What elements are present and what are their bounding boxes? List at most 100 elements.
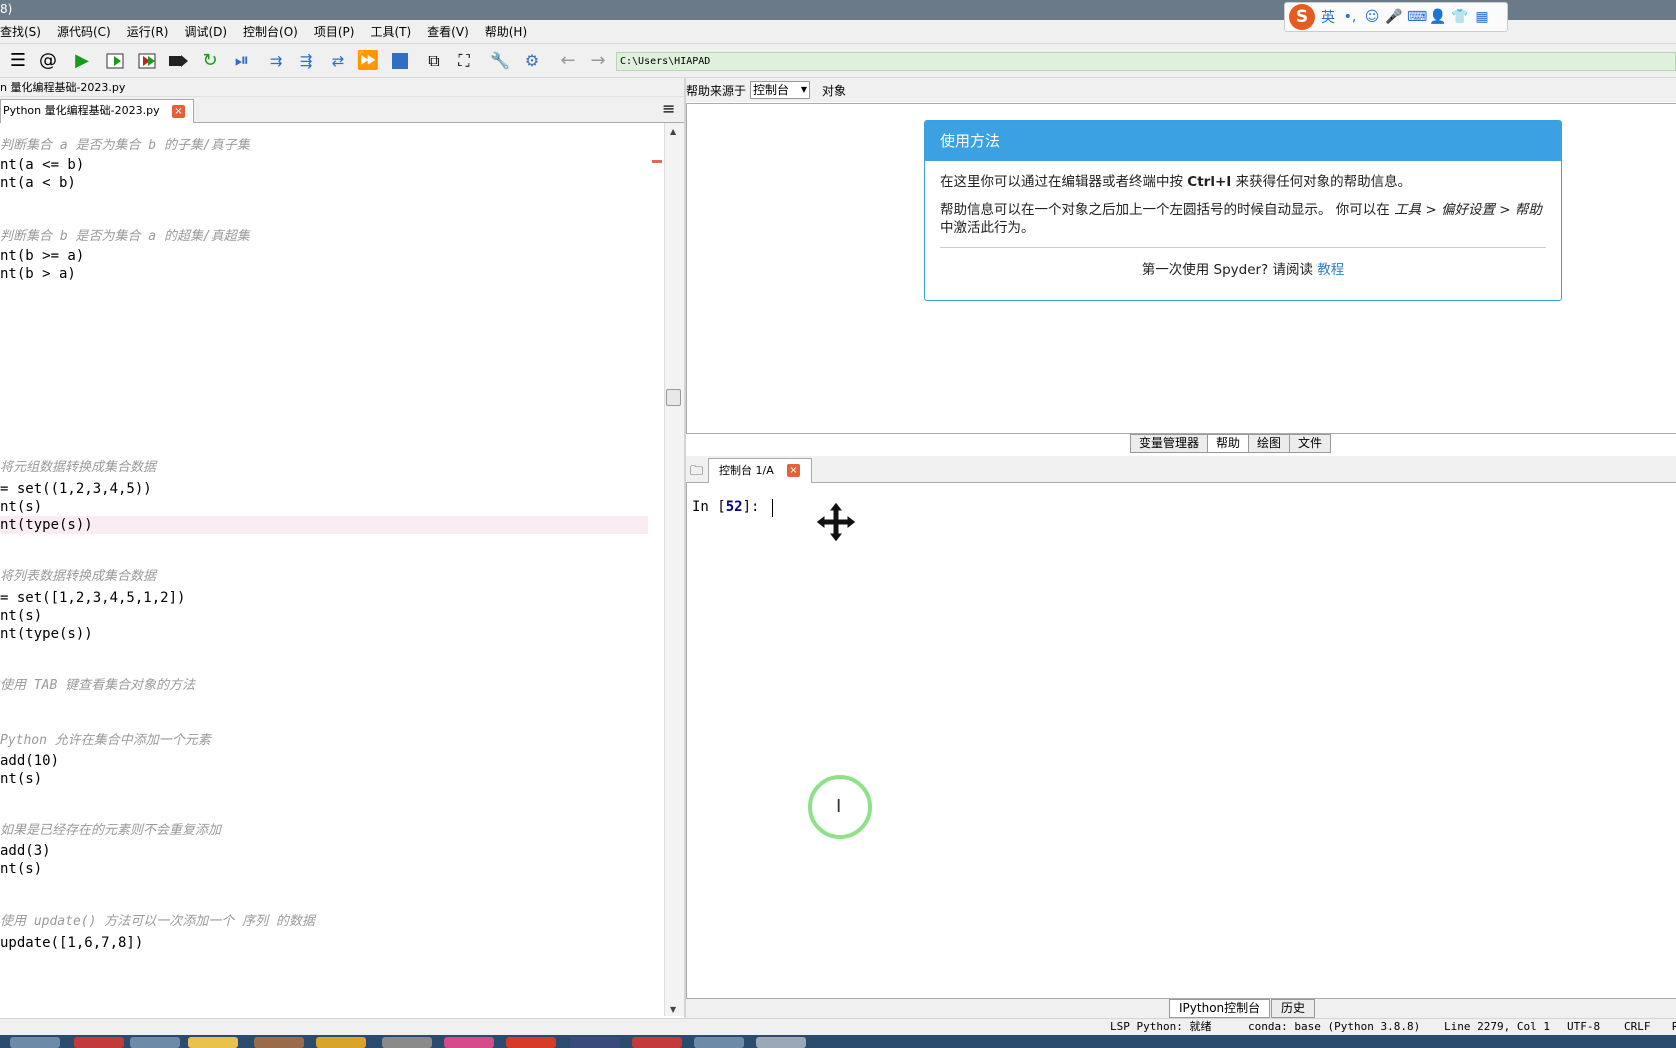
menu-debug[interactable]: 调试(D) — [176, 20, 235, 44]
rerun-icon[interactable]: ↻ — [198, 50, 222, 72]
code-line: nt(s) — [0, 608, 43, 624]
editor-tab[interactable]: Python 量化编程基础-2023.py × — [0, 99, 194, 123]
debug-icon[interactable]: ⏯ — [230, 50, 254, 72]
taskbar-app-2[interactable] — [74, 1037, 124, 1048]
help-source-value: 控制台 — [753, 83, 790, 97]
folder-icon[interactable]: 🗀 — [690, 462, 703, 484]
at-symbol-icon[interactable]: @ — [36, 50, 60, 72]
menu-project[interactable]: 项目(P) — [306, 20, 363, 44]
tab-variable-explorer[interactable]: 变量管理器 — [1130, 434, 1209, 453]
code-line: nt(b > a) — [0, 266, 76, 282]
preferences-wrench-icon[interactable]: 🔧 — [488, 50, 512, 72]
tab-files[interactable]: 文件 — [1289, 434, 1332, 453]
maximize-pane-icon[interactable]: ⧉ — [422, 50, 446, 72]
menu-source[interactable]: 源代码(C) — [49, 20, 119, 44]
step-return-icon[interactable]: ⇄ — [326, 50, 350, 72]
status-lsp: LSP Python: 就绪 — [1110, 1020, 1212, 1033]
help-separator — [940, 247, 1546, 248]
scroll-down-icon[interactable]: ▼ — [670, 1005, 676, 1014]
taskbar-app-11[interactable] — [632, 1037, 682, 1048]
menu-search[interactable]: 查找(S) — [0, 20, 49, 44]
code-line: nt(b >= a) — [0, 248, 85, 264]
ime-emoji-icon[interactable]: ☺ — [1363, 9, 1381, 25]
stop-svg — [392, 53, 408, 69]
python-path-icon[interactable]: ⚙ — [520, 50, 544, 72]
run-cell-advance-icon[interactable] — [136, 50, 160, 72]
code-editor[interactable]: 判断集合 a 是否为集合 b 的子集/真子集 nt(a <= b) nt(a < b… — [0, 123, 648, 1016]
help-pref-path: 工具 > 偏好设置 > 帮助 — [1394, 202, 1542, 218]
ime-skin-icon[interactable]: 👕 — [1451, 9, 1469, 25]
ime-toolbar[interactable]: S 英 •, ☺ 🎤 ⌨ 👤 👕 ▦ — [1284, 2, 1508, 32]
help-source-label: 帮助来源于 — [686, 83, 747, 98]
taskbar-app-7[interactable] — [382, 1037, 432, 1048]
sogou-logo-icon[interactable]: S — [1289, 4, 1315, 30]
help-para1-end: 来获得任何对象的帮助信息。 — [1231, 174, 1412, 190]
code-line: nt(a < b) — [0, 175, 76, 191]
taskbar-app-9[interactable] — [506, 1037, 556, 1048]
run-selection-icon[interactable] — [166, 50, 190, 72]
code-line: nt(s) — [0, 861, 43, 877]
ime-voice-icon[interactable]: 🎤 — [1385, 9, 1403, 25]
tab-help[interactable]: 帮助 — [1207, 434, 1250, 453]
run-file-icon[interactable]: ▶ — [70, 50, 94, 72]
ime-punct-icon[interactable]: •, — [1341, 9, 1359, 25]
taskbar-app-1[interactable] — [10, 1037, 60, 1048]
code-comment-line: 将列表数据转换成集合数据 — [0, 569, 157, 584]
tab-ipython-console[interactable]: IPython控制台 — [1169, 999, 1271, 1018]
prompt-number: 52 — [725, 499, 743, 515]
run-cell-icon[interactable] — [104, 50, 128, 72]
taskbar-app-8[interactable] — [444, 1037, 494, 1048]
ime-english-icon[interactable]: 英 — [1319, 7, 1337, 27]
help-source-select[interactable]: 控制台 ▼ — [750, 81, 811, 99]
step-icon[interactable]: ⇉ — [264, 50, 288, 72]
working-directory-field[interactable]: C:\Users\HIAPAD — [616, 52, 1676, 71]
scroll-up-icon[interactable]: ▲ — [670, 127, 676, 136]
close-tab-icon[interactable]: × — [172, 105, 185, 118]
console-tab[interactable]: 控制台 1/A × — [708, 458, 812, 483]
help-footer-text: 第一次使用 Spyder? 请阅读 — [1141, 262, 1318, 278]
help-para2-end: 中激活此行为。 — [940, 220, 1035, 236]
help-object-label: 对象 — [822, 83, 847, 98]
menu-tools[interactable]: 工具(T) — [362, 20, 419, 44]
editor-options-menu-icon[interactable]: ≡ — [662, 101, 675, 117]
pane-tabs: 变量管理器 帮助 绘图 文件 — [1130, 434, 1332, 454]
spyder-window: 8) S 英 •, ☺ 🎤 ⌨ 👤 👕 ▦ 查找(S) 源代码(C) 运行(R)… — [0, 0, 1676, 1048]
menu-run[interactable]: 运行(R) — [119, 20, 177, 44]
menu-help[interactable]: 帮助(H) — [477, 20, 535, 44]
help-shortcut: Ctrl+I — [1187, 174, 1232, 190]
status-eol: CRLF — [1624, 1020, 1651, 1033]
close-console-icon[interactable]: × — [787, 464, 800, 477]
ime-user-icon[interactable]: 👤 — [1429, 9, 1447, 25]
main-toolbar: ☰ @ ▶ ↻ ⏯ ⇉ ⇶ ⇄ ⏩ ⧉ ⛶ 🔧 ⚙ ← → C:\Users\H… — [0, 44, 1676, 78]
help-paragraph-1: 在这里你可以通过在编辑器或者终端中按 Ctrl+I 来获得任何对象的帮助信息。 — [925, 173, 1561, 191]
run-cell-svg — [106, 53, 124, 69]
taskbar-app-4[interactable] — [188, 1037, 238, 1048]
taskbar-app-3[interactable] — [130, 1037, 180, 1048]
ime-toolbox-icon[interactable]: ▦ — [1473, 9, 1491, 25]
taskbar-app-12[interactable] — [694, 1037, 744, 1048]
ipython-console[interactable]: In [52]: — [686, 483, 1676, 998]
taskbar-app-13[interactable] — [756, 1037, 806, 1048]
outline-list-icon[interactable]: ☰ — [6, 50, 30, 72]
back-arrow-icon[interactable]: ← — [556, 50, 580, 72]
taskbar-app-6[interactable] — [316, 1037, 366, 1048]
continue-icon[interactable]: ⏩ — [356, 50, 380, 72]
scrollbar-thumb[interactable] — [666, 389, 681, 406]
tab-plots[interactable]: 绘图 — [1248, 434, 1291, 453]
tab-history[interactable]: 历史 — [1271, 999, 1316, 1018]
tutorial-link[interactable]: 教程 — [1317, 262, 1344, 278]
fullscreen-icon[interactable]: ⛶ — [452, 50, 476, 72]
step-into-icon[interactable]: ⇶ — [294, 50, 318, 72]
taskbar-app-5[interactable] — [254, 1037, 304, 1048]
stop-icon[interactable] — [388, 50, 412, 72]
code-comment-line: 使用 TAB 键查看集合对象的方法 — [0, 678, 196, 693]
taskbar-app-10[interactable] — [570, 1037, 620, 1048]
menu-view[interactable]: 查看(V) — [419, 20, 477, 44]
ime-keyboard-icon[interactable]: ⌨ — [1407, 9, 1427, 25]
code-line: nt(type(s)) — [0, 517, 93, 533]
editor-scrollbar[interactable]: ▲ ▼ — [664, 123, 684, 1016]
forward-arrow-icon[interactable]: → — [586, 50, 610, 72]
warning-marker — [652, 160, 662, 163]
menu-console[interactable]: 控制台(O) — [235, 20, 306, 44]
status-cursor-position: Line 2279, Col 1 — [1444, 1020, 1550, 1033]
